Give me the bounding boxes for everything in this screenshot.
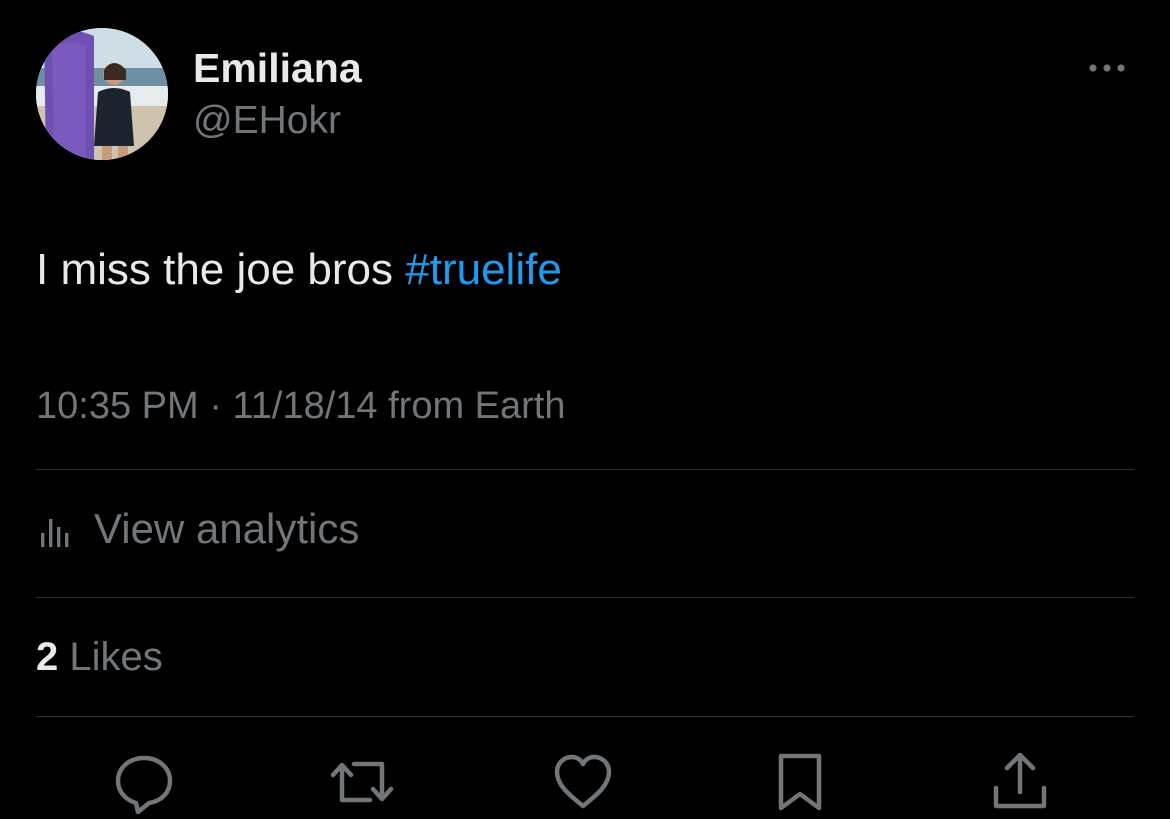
likes-count: 2 bbox=[36, 635, 59, 679]
profile-photo-image bbox=[36, 28, 168, 160]
bookmark-icon[interactable] bbox=[768, 750, 832, 814]
likes-count-link[interactable]: 2 Likes bbox=[36, 633, 163, 681]
avatar[interactable] bbox=[36, 28, 168, 160]
more-options-icon[interactable] bbox=[1082, 56, 1132, 80]
view-analytics-label: View analytics bbox=[94, 505, 360, 552]
divider bbox=[36, 597, 1134, 598]
hashtag-link[interactable]: #truelife bbox=[405, 245, 562, 294]
divider bbox=[36, 716, 1134, 717]
reply-icon[interactable] bbox=[112, 750, 176, 815]
retweet-icon[interactable] bbox=[330, 750, 394, 814]
view-analytics-link[interactable]: View analytics bbox=[36, 504, 359, 554]
tweet-body-text: I miss the joe bros bbox=[36, 245, 406, 294]
tweet-time[interactable]: 10:35 PM bbox=[36, 385, 199, 427]
tweet-source: from Earth bbox=[377, 385, 566, 427]
likes-label: Likes bbox=[58, 635, 163, 679]
share-icon[interactable] bbox=[988, 750, 1052, 814]
tweet-metadata: 10:35 PM · 11/18/14 from Earth bbox=[36, 383, 566, 429]
meta-separator: · bbox=[198, 385, 233, 427]
bar-chart-icon bbox=[41, 519, 69, 547]
tweet-text: I miss the joe bros #truelife bbox=[36, 243, 562, 297]
heart-icon[interactable] bbox=[551, 750, 615, 814]
divider bbox=[36, 469, 1134, 470]
tweet-date[interactable]: 11/18/14 bbox=[232, 385, 377, 427]
display-name[interactable]: Emiliana bbox=[193, 44, 362, 92]
user-handle[interactable]: @EHokr bbox=[193, 98, 341, 144]
